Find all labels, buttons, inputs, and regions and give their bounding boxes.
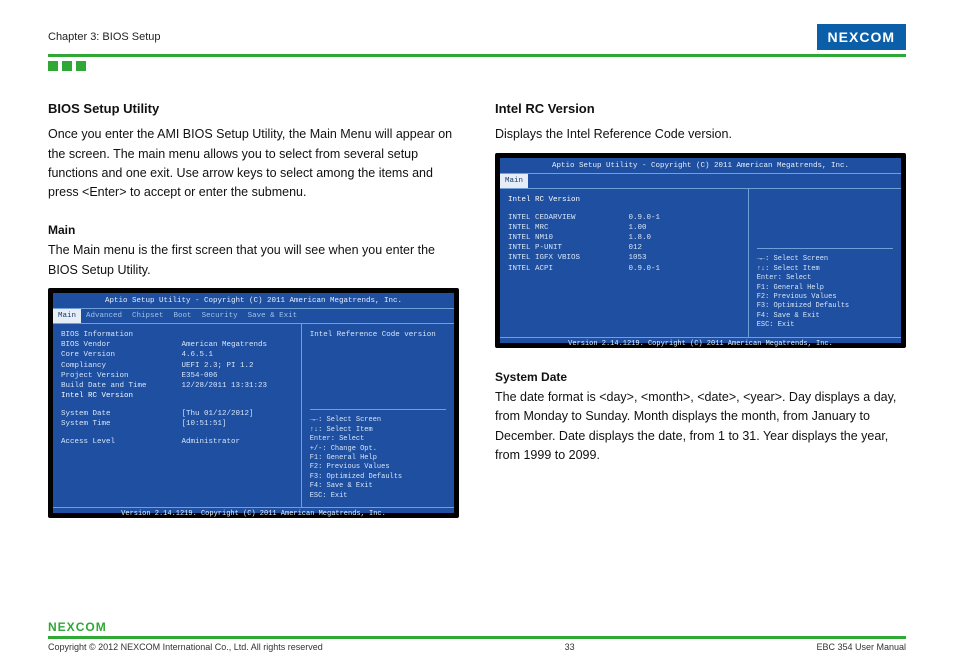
r: 012 — [628, 243, 739, 253]
r: INTEL CEDARVIEW — [508, 213, 628, 223]
bios1-title: Aptio Setup Utility - Copyright (C) 2011… — [53, 293, 454, 309]
hk: F1: General Help — [310, 454, 446, 463]
hk: F3: Optimized Defaults — [310, 473, 446, 482]
r: System Date — [61, 409, 181, 419]
chapter-label: Chapter 3: BIOS Setup — [48, 31, 161, 43]
hk: →←: Select Screen — [757, 255, 893, 264]
subhead-main: Main — [48, 221, 459, 240]
bios-screenshot-rc: Aptio Setup Utility - Copyright (C) 2011… — [495, 153, 906, 348]
hk: ESC: Exit — [757, 321, 893, 330]
bios1-tab-security: Security — [197, 309, 243, 323]
r: 1.00 — [628, 223, 739, 233]
r: INTEL NM10 — [508, 233, 628, 243]
r: 4.6.5.1 — [181, 350, 292, 360]
r: 0.9.0-1 — [628, 213, 739, 223]
r: Compliancy — [61, 361, 181, 371]
bios1-footer: Version 2.14.1219. Copyright (C) 2011 Am… — [53, 507, 454, 521]
bios2-tab-main: Main — [500, 174, 528, 188]
bios2-help-keys: →←: Select Screen ↑↓: Select Item Enter:… — [757, 248, 893, 331]
hk: F4: Save & Exit — [310, 482, 446, 491]
bios1-tabs: Main Advanced Chipset Boot Security Save… — [53, 309, 454, 323]
bios1-tab-main: Main — [53, 309, 81, 323]
r: 1.8.0 — [628, 233, 739, 243]
bios1-help-keys: →←: Select Screen ↑↓: Select Item Enter:… — [310, 409, 446, 501]
main-paragraph: The Main menu is the first screen that y… — [48, 241, 459, 280]
r: INTEL IGFX VBIOS — [508, 253, 628, 263]
r: E354-006 — [181, 371, 292, 381]
hk: F2: Previous Values — [310, 463, 446, 472]
intro-paragraph: Once you enter the AMI BIOS Setup Utilit… — [48, 125, 459, 203]
system-date-paragraph: The date format is <day>, <month>, <date… — [495, 388, 906, 466]
r: System Time — [61, 419, 181, 429]
r: Build Date and Time — [61, 381, 181, 391]
bios1-tab-chipset: Chipset — [127, 309, 169, 323]
bios2-footer: Version 2.14.1219. Copyright (C) 2011 Am… — [500, 337, 901, 351]
r: 1053 — [628, 253, 739, 263]
bios1-tab-save: Save & Exit — [243, 309, 303, 323]
r: [Thu 01/12/2012] — [181, 409, 292, 419]
bios1-tab-advanced: Advanced — [81, 309, 127, 323]
r — [181, 330, 292, 340]
r: 12/28/2011 13:31:23 — [181, 381, 292, 391]
hk: ESC: Exit — [310, 492, 446, 501]
r: 0.9.0-1 — [628, 264, 739, 274]
bios2-rc-head: Intel RC Version — [508, 195, 740, 205]
hk: Enter: Select — [310, 435, 446, 444]
footer-rule — [48, 636, 906, 639]
footer-doc: EBC 354 User Manual — [816, 642, 906, 652]
hk: F1: General Help — [757, 284, 893, 293]
r: [10:51:51] — [181, 419, 292, 429]
hk: →←: Select Screen — [310, 416, 446, 425]
hk: ↑↓: Select Item — [757, 265, 893, 274]
r: INTEL P-UNIT — [508, 243, 628, 253]
bios-screenshot-main: Aptio Setup Utility - Copyright (C) 2011… — [48, 288, 459, 518]
hk: F4: Save & Exit — [757, 312, 893, 321]
subhead-system-date: System Date — [495, 368, 906, 387]
bios1-help-top: Intel Reference Code version — [310, 330, 446, 409]
footer-copyright: Copyright © 2012 NEXCOM International Co… — [48, 642, 323, 652]
r: Administrator — [181, 437, 292, 447]
header-dots — [48, 61, 906, 71]
r — [181, 391, 292, 401]
footer-page: 33 — [565, 642, 575, 652]
footer-logo: NEXCOM — [48, 620, 906, 634]
hk: F2: Previous Values — [757, 293, 893, 302]
r: BIOS Vendor — [61, 340, 181, 350]
r: BIOS Information — [61, 330, 181, 340]
section-title-bios: BIOS Setup Utility — [48, 99, 459, 119]
bios1-rc-row: Intel RC Version — [61, 391, 181, 401]
rc-paragraph: Displays the Intel Reference Code versio… — [495, 125, 906, 144]
brand-logo: NE COM NEXCOM — [817, 24, 906, 50]
r: Access Level — [61, 437, 181, 447]
r: Core Version — [61, 350, 181, 360]
hk: +/-: Change Opt. — [310, 445, 446, 454]
hk: Enter: Select — [757, 274, 893, 283]
r: Project Version — [61, 371, 181, 381]
bios2-tabs: Main — [500, 174, 901, 188]
r: UEFI 2.3; PI 1.2 — [181, 361, 292, 371]
section-title-rc: Intel RC Version — [495, 99, 906, 119]
r: INTEL MRC — [508, 223, 628, 233]
bios1-tab-boot: Boot — [169, 309, 197, 323]
bios2-title: Aptio Setup Utility - Copyright (C) 2011… — [500, 158, 901, 174]
hk: F3: Optimized Defaults — [757, 302, 893, 311]
r: American Megatrends — [181, 340, 292, 350]
hk: ↑↓: Select Item — [310, 426, 446, 435]
r: INTEL ACPI — [508, 264, 628, 274]
header-rule — [48, 54, 906, 57]
